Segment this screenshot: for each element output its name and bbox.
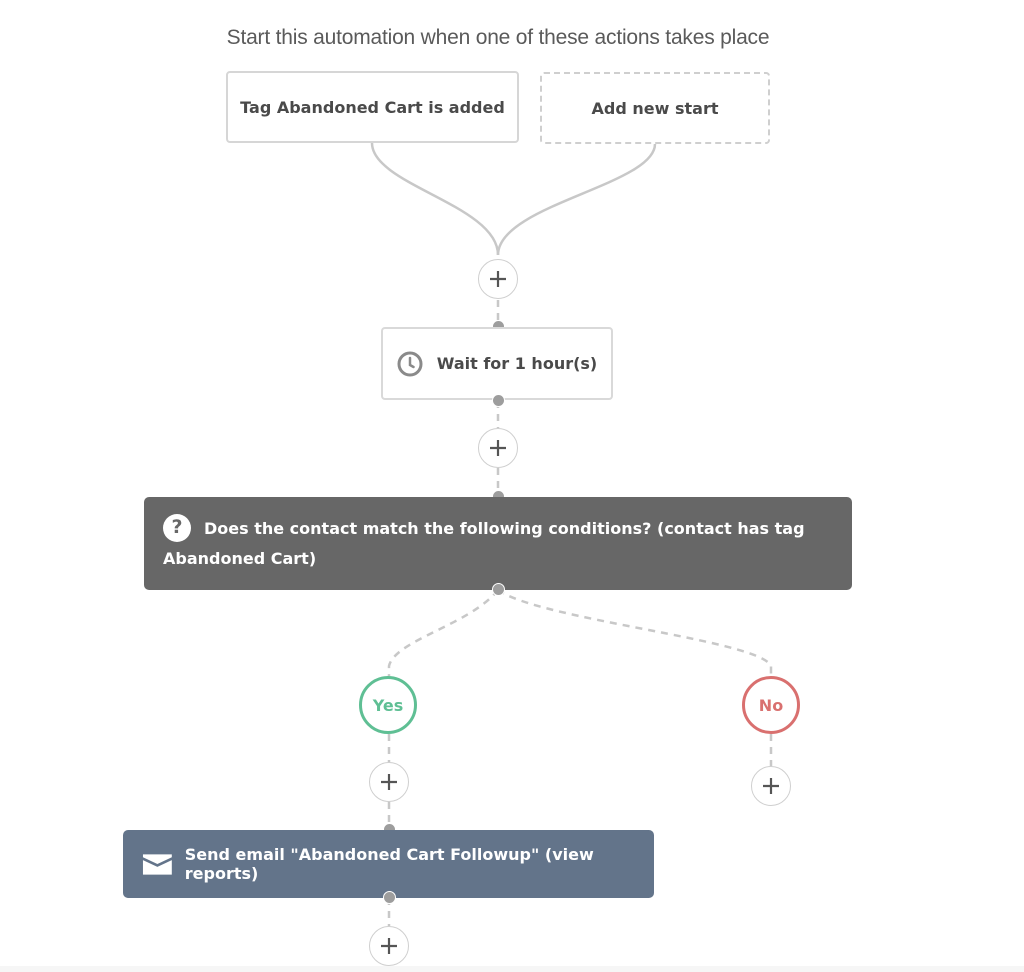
add-step-button[interactable]: [478, 428, 518, 468]
flow-connectors: [370, 142, 773, 926]
plus-icon: [763, 778, 779, 794]
connector-condition-yes: [387, 589, 499, 676]
condition-step[interactable]: ? Does the contact match the following co…: [144, 497, 852, 590]
envelope-icon: [142, 854, 172, 875]
send-email-step[interactable]: Send email "Abandoned Cart Followup" (vi…: [123, 830, 654, 898]
clock-icon: [397, 351, 423, 376]
connector-node: [492, 583, 505, 596]
plus-icon: [381, 938, 397, 954]
add-step-button[interactable]: [369, 926, 409, 966]
add-step-button-no[interactable]: [751, 766, 791, 806]
connector-node: [492, 394, 505, 407]
add-step-button-yes[interactable]: [369, 762, 409, 802]
send-email-label: Send email "Abandoned Cart Followup" (vi…: [184, 845, 594, 883]
connector-trigger-right: [496, 143, 657, 256]
question-icon: ?: [163, 513, 191, 542]
connector-node: [383, 891, 396, 904]
plus-icon: [490, 440, 506, 456]
wait-step-label: Wait for 1 hour(s): [436, 354, 598, 373]
add-step-button[interactable]: [478, 259, 518, 299]
plus-icon: [490, 271, 506, 287]
connector-trigger-left: [370, 142, 500, 256]
plus-icon: [381, 774, 397, 790]
connector-condition-no: [497, 588, 773, 676]
trigger-tag-added[interactable]: Tag Abandoned Cart is added: [226, 71, 519, 143]
add-new-start-button[interactable]: Add new start: [540, 72, 770, 144]
branch-yes[interactable]: Yes: [359, 676, 417, 734]
wait-step[interactable]: Wait for 1 hour(s): [381, 327, 613, 400]
branch-no[interactable]: No: [742, 676, 800, 734]
condition-step-label: Does the contact match the following con…: [163, 519, 805, 568]
